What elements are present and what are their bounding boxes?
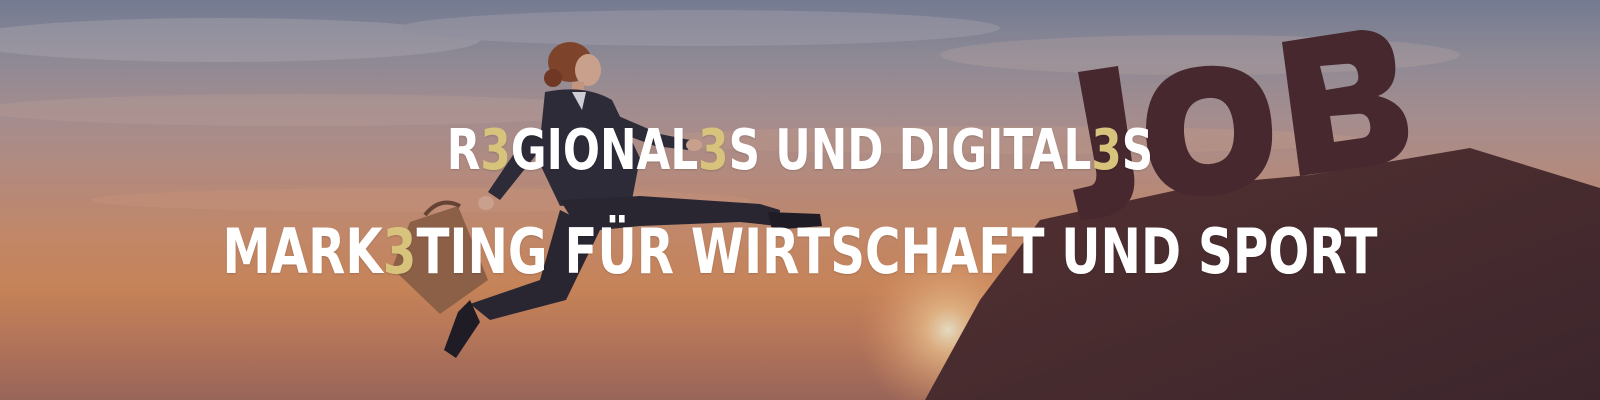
headline-1-part-2: GIONAL <box>510 118 699 183</box>
hero-banner: R3GIONAL3S UND DIGITAL3S MARK3TING FÜR W… <box>0 0 1600 400</box>
headline-1-accent-2: 3 <box>698 118 729 183</box>
headline-1-part-4: S <box>1121 118 1154 183</box>
headline-1-accent-3: 3 <box>1091 118 1122 183</box>
headline-1-part-3: S UND DIGITAL <box>728 118 1092 183</box>
tint-overlay <box>0 0 1600 400</box>
headline-line-1: R3GIONAL3S UND DIGITAL3S <box>176 118 1424 184</box>
headline-1-accent-1: 3 <box>480 118 511 183</box>
headline-2-accent-1: 3 <box>382 215 417 288</box>
headline-2-part-2: TING FÜR WIRTSCHAFT UND SPORT <box>416 215 1378 288</box>
headline-2-part-1: MARK <box>222 215 383 288</box>
headline-line-2: MARK3TING FÜR WIRTSCHAFT UND SPORT <box>176 216 1424 288</box>
headline-1-part-1: R <box>446 118 481 183</box>
